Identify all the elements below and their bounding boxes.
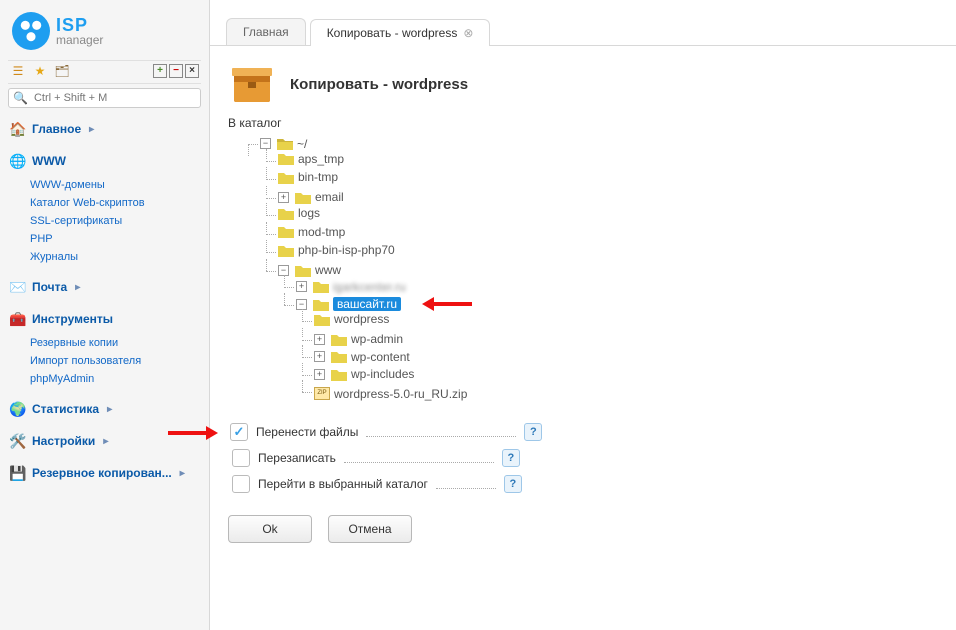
nav-tools-pma[interactable]: phpMyAdmin	[30, 370, 201, 388]
folder-icon	[313, 280, 329, 293]
nav-tools-backup[interactable]: Резервные копии	[30, 334, 201, 352]
ok-button[interactable]: Ok	[228, 515, 312, 543]
tree-site-blurred[interactable]: +igarkcenter.ru	[296, 280, 406, 294]
expand-icon[interactable]: +	[296, 281, 307, 292]
nav-www-php[interactable]: PHP	[30, 230, 201, 248]
toolbar-close-icon[interactable]: ×	[185, 64, 199, 78]
tree-bin-tmp[interactable]: bin-tmp	[278, 170, 338, 184]
collapse-icon[interactable]: −	[296, 299, 307, 310]
cancel-button[interactable]: Отмена	[328, 515, 412, 543]
brand-subtitle: manager	[56, 34, 103, 46]
tree-www[interactable]: −www	[278, 263, 341, 277]
tree-wp-zip[interactable]: ZIPwordpress-5.0-ru_RU.zip	[314, 387, 467, 401]
tab-copy-wordpress[interactable]: Копировать - wordpress ⊗	[310, 19, 491, 46]
expand-icon[interactable]: +	[314, 351, 325, 362]
help-icon[interactable]: ?	[524, 423, 542, 441]
tree-aps-tmp[interactable]: aps_tmp	[278, 152, 344, 166]
label-go: Перейти в выбранный каталог	[258, 477, 428, 491]
tree-wp-includes[interactable]: +wp-includes	[314, 367, 414, 381]
checkbox-overwrite[interactable]	[232, 449, 250, 467]
stats-icon: 🌍	[10, 401, 26, 417]
tools-icon: 🧰	[10, 311, 26, 327]
folder-tree[interactable]: − ~/ aps_tmp bin-tmp +email logs mod-tmp…	[242, 134, 938, 405]
tree-wp-admin[interactable]: +wp-admin	[314, 332, 403, 346]
folder-icon	[278, 244, 294, 257]
folder-icon	[331, 333, 347, 346]
annotation-arrow-icon	[422, 297, 472, 309]
chevron-right-icon: ▸	[107, 404, 112, 415]
tab-main[interactable]: Главная	[226, 18, 306, 45]
chevron-right-icon: ▸	[103, 436, 108, 447]
home-icon: 🏠	[10, 121, 26, 137]
folder-icon	[278, 171, 294, 184]
tree-mod-tmp[interactable]: mod-tmp	[278, 225, 345, 239]
checkbox-move[interactable]: ✓	[230, 423, 248, 441]
tree-yoursite[interactable]: −вашсайт.ru	[296, 297, 401, 311]
annotation-arrow-icon	[168, 426, 218, 438]
globe-icon: 🌐	[10, 153, 26, 169]
folder-icon	[331, 350, 347, 363]
mail-icon: ✉️	[10, 279, 26, 295]
expand-icon[interactable]: +	[314, 369, 325, 380]
tree-root[interactable]: − ~/	[260, 137, 307, 151]
nav-www-logs[interactable]: Журналы	[30, 248, 201, 266]
tab-close-icon[interactable]: ⊗	[463, 26, 473, 40]
brand-logo-icon	[12, 12, 50, 50]
chevron-right-icon: ▸	[75, 282, 80, 293]
panel-title: Копировать - wordpress	[290, 76, 468, 93]
toolbar-collapse-icon[interactable]: −	[169, 64, 183, 78]
catalog-label: В каталог	[228, 116, 938, 130]
nav-main[interactable]: 🏠 Главное ▸	[8, 118, 201, 140]
brand-title: ISP	[56, 16, 103, 34]
label-overwrite: Перезаписать	[258, 451, 336, 465]
folder-icon	[331, 368, 347, 381]
toolbar-expand-icon[interactable]: +	[153, 64, 167, 78]
chevron-right-icon: ▸	[89, 124, 94, 135]
folder-icon	[278, 152, 294, 165]
nav-stats[interactable]: 🌍 Статистика ▸	[8, 398, 201, 420]
settings-icon: 🛠️	[10, 433, 26, 449]
checkbox-go[interactable]	[232, 475, 250, 493]
nav-www-ssl[interactable]: SSL-сертификаты	[30, 212, 201, 230]
nav-mail[interactable]: ✉️ Почта ▸	[8, 276, 201, 298]
label-move: Перенести файлы	[256, 425, 358, 439]
nav-tools[interactable]: 🧰 Инструменты	[8, 308, 201, 330]
toolbar-list-icon[interactable]: ☰	[10, 63, 26, 79]
toolbar-star-icon[interactable]: ★	[32, 63, 48, 79]
expand-icon[interactable]: +	[278, 192, 289, 203]
folder-icon	[278, 225, 294, 238]
folder-icon	[295, 191, 311, 204]
tree-php-bin[interactable]: php-bin-isp-php70	[278, 243, 395, 257]
zip-icon: ZIP	[314, 387, 330, 400]
sidebar-toolbar: ☰ ★ 🗂 + − ×	[8, 60, 201, 84]
folder-icon	[313, 298, 329, 311]
nav-www-scripts[interactable]: Каталог Web-скриптов	[30, 194, 201, 212]
expand-icon[interactable]: +	[314, 334, 325, 345]
folder-icon	[314, 313, 330, 326]
nav-www-domains[interactable]: WWW-домены	[30, 176, 201, 194]
chevron-right-icon: ▸	[180, 468, 185, 479]
search-input[interactable]	[32, 91, 196, 105]
archive-box-icon	[228, 60, 276, 108]
folder-icon	[295, 264, 311, 277]
brand: ISP manager	[8, 6, 201, 60]
nav-www[interactable]: 🌐 WWW	[8, 150, 201, 172]
folder-icon	[278, 207, 294, 220]
help-icon[interactable]: ?	[502, 449, 520, 467]
collapse-icon[interactable]: −	[260, 138, 271, 149]
nav-tools-import[interactable]: Импорт пользователя	[30, 352, 201, 370]
collapse-icon[interactable]: −	[278, 265, 289, 276]
toolbar-briefcase-icon[interactable]: 🗂	[54, 63, 70, 79]
search-input-wrap[interactable]: 🔍	[8, 88, 201, 108]
tree-logs[interactable]: logs	[278, 206, 320, 220]
folder-icon	[277, 137, 293, 150]
tree-wordpress[interactable]: wordpress	[314, 312, 389, 326]
tree-email[interactable]: +email	[278, 190, 344, 204]
search-icon: 🔍	[13, 91, 28, 105]
tree-wp-content[interactable]: +wp-content	[314, 350, 410, 364]
backup-icon: 💾	[10, 465, 26, 481]
help-icon[interactable]: ?	[504, 475, 522, 493]
nav-backup[interactable]: 💾 Резервное копирован... ▸	[8, 462, 201, 484]
